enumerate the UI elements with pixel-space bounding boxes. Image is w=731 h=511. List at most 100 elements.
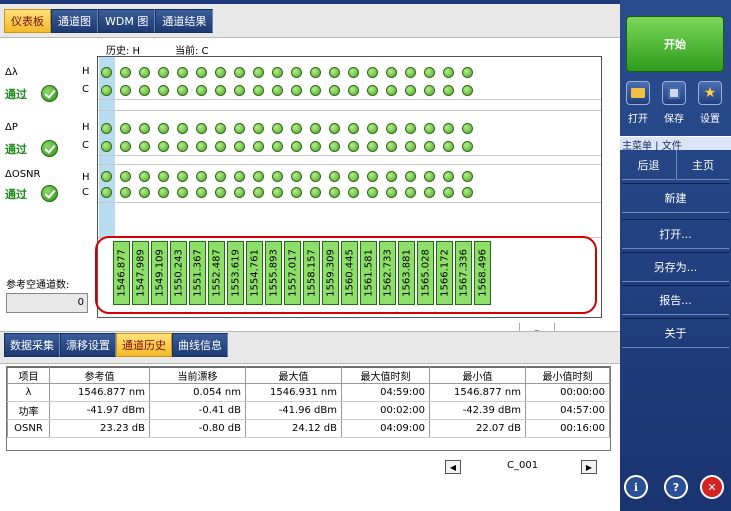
channel-status-dot[interactable] xyxy=(196,171,207,182)
channel-status-dot[interactable] xyxy=(462,123,473,134)
channel-status-dot[interactable] xyxy=(177,123,188,134)
tab-drift-settings[interactable]: 漂移设置 xyxy=(60,333,116,357)
open-file-button[interactable] xyxy=(626,81,650,105)
channel-status-dot[interactable] xyxy=(367,123,378,134)
next-channel-button[interactable]: ▶ xyxy=(581,460,597,474)
channel-status-dot[interactable] xyxy=(139,141,150,152)
channel-status-dot[interactable] xyxy=(386,187,397,198)
channel-status-dot[interactable] xyxy=(158,67,169,78)
channel-status-dot[interactable] xyxy=(462,171,473,182)
channel-status-dot[interactable] xyxy=(196,141,207,152)
channel-status-dot[interactable] xyxy=(386,67,397,78)
channel-status-dot[interactable] xyxy=(367,67,378,78)
channel-status-dot[interactable] xyxy=(443,187,454,198)
channel-status-dot[interactable] xyxy=(329,187,340,198)
channel-status-dot[interactable] xyxy=(405,67,416,78)
new-button[interactable]: 新建 xyxy=(622,183,729,213)
channel-status-dot[interactable] xyxy=(310,141,321,152)
channel-status-dot[interactable] xyxy=(139,171,150,182)
channel-status-dot[interactable] xyxy=(120,171,131,182)
channel-status-dot[interactable] xyxy=(348,187,359,198)
channel-status-dot[interactable] xyxy=(139,187,150,198)
channel-status-dot[interactable] xyxy=(272,67,283,78)
channel-status-dot[interactable] xyxy=(177,67,188,78)
channel-status-dot[interactable] xyxy=(253,171,264,182)
channel-status-dot[interactable] xyxy=(158,123,169,134)
channel-status-dot[interactable] xyxy=(462,85,473,96)
help-button[interactable]: ? xyxy=(664,475,688,499)
channel-status-dot[interactable] xyxy=(348,123,359,134)
channel-status-dot[interactable] xyxy=(196,123,207,134)
channel-status-dot[interactable] xyxy=(272,187,283,198)
channel-status-dot[interactable] xyxy=(291,85,302,96)
channel-status-dot[interactable] xyxy=(215,67,226,78)
save-as-button[interactable]: 另存为... xyxy=(622,252,729,282)
channel-status-dot[interactable] xyxy=(101,85,112,96)
channel-status-dot[interactable] xyxy=(329,85,340,96)
channel-status-dot[interactable] xyxy=(177,171,188,182)
channel-status-dot[interactable] xyxy=(291,171,302,182)
channel-status-dot[interactable] xyxy=(101,67,112,78)
channel-status-dot[interactable] xyxy=(272,123,283,134)
channel-status-dot[interactable] xyxy=(424,67,435,78)
channel-status-dot[interactable] xyxy=(253,85,264,96)
channel-status-dot[interactable] xyxy=(139,123,150,134)
channel-status-dot[interactable] xyxy=(348,85,359,96)
channel-status-dot[interactable] xyxy=(405,141,416,152)
about-button[interactable]: 关于 xyxy=(622,318,729,348)
channel-status-dot[interactable] xyxy=(253,187,264,198)
channel-status-dot[interactable] xyxy=(101,171,112,182)
tab-trace-info[interactable]: 曲线信息 xyxy=(172,333,228,357)
channel-status-dot[interactable] xyxy=(329,67,340,78)
channel-status-dot[interactable] xyxy=(405,85,416,96)
channel-status-dot[interactable] xyxy=(424,123,435,134)
tab-channel-results[interactable]: 通道结果 xyxy=(155,9,214,33)
channel-status-dot[interactable] xyxy=(177,141,188,152)
channel-status-dot[interactable] xyxy=(310,85,321,96)
channel-status-dot[interactable] xyxy=(234,123,245,134)
channel-status-dot[interactable] xyxy=(386,141,397,152)
channel-status-dot[interactable] xyxy=(101,141,112,152)
channel-status-dot[interactable] xyxy=(291,141,302,152)
channel-status-dot[interactable] xyxy=(310,67,321,78)
tab-channel-graph[interactable]: 通道图 xyxy=(51,9,98,33)
channel-status-dot[interactable] xyxy=(120,123,131,134)
channel-status-dot[interactable] xyxy=(253,67,264,78)
channel-status-dot[interactable] xyxy=(120,67,131,78)
report-button[interactable]: 报告... xyxy=(622,285,729,315)
ref-channel-input[interactable]: 0 xyxy=(6,293,88,313)
channel-status-dot[interactable] xyxy=(291,187,302,198)
channel-status-dot[interactable] xyxy=(120,85,131,96)
channel-status-dot[interactable] xyxy=(367,141,378,152)
home-button[interactable]: 主页 xyxy=(676,150,729,180)
channel-status-dot[interactable] xyxy=(443,171,454,182)
channel-status-dot[interactable] xyxy=(101,187,112,198)
close-button[interactable]: ✕ xyxy=(700,475,724,499)
channel-status-dot[interactable] xyxy=(158,85,169,96)
channel-status-dot[interactable] xyxy=(424,171,435,182)
channel-status-dot[interactable] xyxy=(367,85,378,96)
channel-status-dot[interactable] xyxy=(386,123,397,134)
channel-status-dot[interactable] xyxy=(196,187,207,198)
tab-wdm-graph[interactable]: WDM 图 xyxy=(98,9,156,33)
channel-status-dot[interactable] xyxy=(215,171,226,182)
channel-status-dot[interactable] xyxy=(139,85,150,96)
channel-status-dot[interactable] xyxy=(443,85,454,96)
channel-status-dot[interactable] xyxy=(310,171,321,182)
channel-status-dot[interactable] xyxy=(120,187,131,198)
tab-channel-history[interactable]: 通道历史 xyxy=(116,333,172,357)
channel-status-dot[interactable] xyxy=(177,187,188,198)
channel-status-dot[interactable] xyxy=(329,171,340,182)
channel-status-dot[interactable] xyxy=(234,187,245,198)
channel-status-dot[interactable] xyxy=(405,171,416,182)
channel-status-dot[interactable] xyxy=(120,141,131,152)
channel-status-dot[interactable] xyxy=(405,123,416,134)
channel-status-dot[interactable] xyxy=(272,141,283,152)
channel-status-dot[interactable] xyxy=(386,85,397,96)
channel-status-dot[interactable] xyxy=(196,85,207,96)
channel-status-dot[interactable] xyxy=(310,123,321,134)
table-row[interactable]: OSNR 23.23 dB -0.80 dB 24.12 dB 04:09:00 22.0… xyxy=(7,419,610,438)
channel-status-dot[interactable] xyxy=(424,85,435,96)
channel-status-dot[interactable] xyxy=(253,141,264,152)
settings-button[interactable]: ★ xyxy=(698,81,722,105)
